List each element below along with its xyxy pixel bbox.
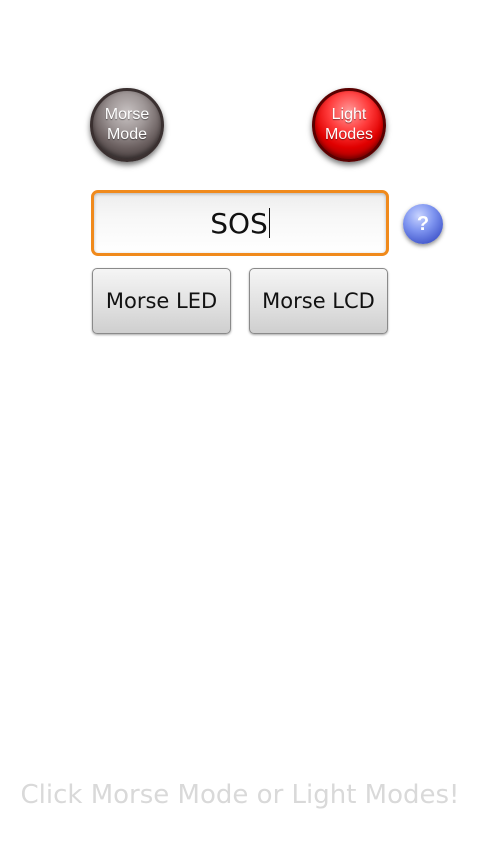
morse-lcd-button[interactable]: Morse LCD (249, 268, 388, 334)
help-symbol: ? (416, 212, 430, 235)
morse-led-button[interactable]: Morse LED (92, 268, 231, 334)
hint-text: Click Morse Mode or Light Modes! (20, 780, 460, 810)
morse-led-label: Morse LED (105, 289, 218, 313)
light-modes-label: Light Modes (324, 106, 374, 143)
morse-lcd-label: Morse LCD (262, 289, 375, 313)
text-caret (268, 208, 270, 238)
morse-mode-button[interactable]: Morse Mode (90, 88, 164, 162)
light-modes-button[interactable]: Light Modes (312, 88, 386, 162)
help-icon[interactable]: ? (403, 204, 443, 244)
morse-mode-label: Morse Mode (104, 106, 150, 143)
morse-text-value: SOS (210, 206, 268, 240)
app-screen: Morse Mode Light Modes SOS ? Morse LED M… (0, 0, 480, 854)
morse-text-input[interactable]: SOS (91, 190, 389, 256)
